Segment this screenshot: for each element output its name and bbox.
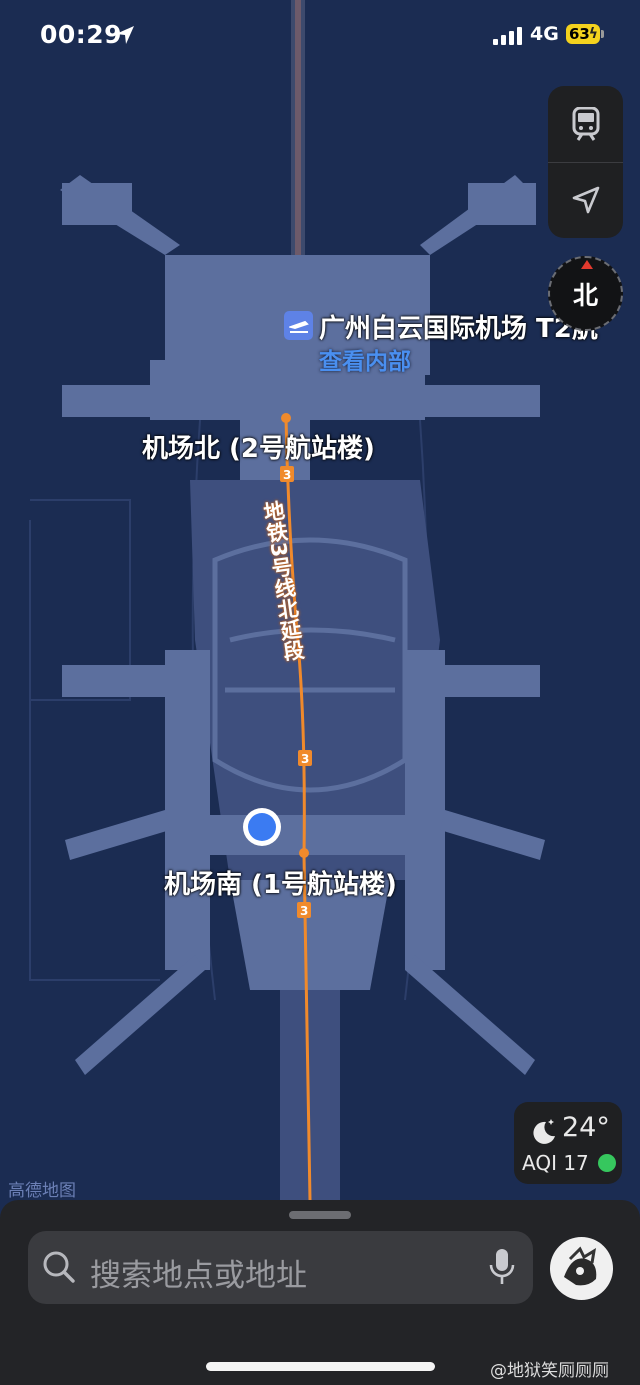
charging-bolt-icon: ϟ bbox=[588, 26, 598, 42]
sheet-grab-handle[interactable] bbox=[289, 1211, 351, 1219]
compass-button[interactable]: 北 bbox=[548, 256, 623, 331]
map-attribution: 高德地图 bbox=[8, 1181, 76, 1201]
station-label-north[interactable]: 机场北 (2号航站楼) bbox=[142, 428, 375, 465]
location-services-icon bbox=[116, 26, 134, 44]
home-indicator[interactable] bbox=[206, 1362, 435, 1371]
avatar-image bbox=[550, 1237, 613, 1300]
status-time: 00:29 bbox=[40, 20, 123, 49]
view-inside-link[interactable]: 查看内部 bbox=[319, 342, 411, 376]
station-dot-south[interactable] bbox=[299, 848, 309, 858]
compass-label: 北 bbox=[572, 280, 598, 310]
transit-layer-button[interactable] bbox=[548, 86, 623, 162]
line-badge-text: 3 bbox=[300, 904, 308, 918]
battery-icon: 63 ϟ bbox=[566, 24, 600, 44]
navigation-arrow-icon bbox=[572, 186, 599, 214]
user-avatar[interactable] bbox=[550, 1237, 613, 1300]
locate-me-button[interactable] bbox=[548, 162, 623, 238]
battery-level: 63 bbox=[569, 25, 590, 43]
train-icon bbox=[572, 107, 599, 141]
cellular-signal-icon bbox=[493, 27, 522, 45]
search-input[interactable]: 搜索地点或地址 bbox=[28, 1231, 533, 1304]
airport-plane-icon[interactable] bbox=[284, 311, 313, 340]
moon-stars-icon bbox=[533, 1119, 555, 1144]
station-dot-north[interactable] bbox=[281, 413, 291, 423]
line-badge-text: 3 bbox=[283, 468, 291, 482]
temperature: 24° bbox=[562, 1112, 610, 1143]
station-label-south[interactable]: 机场南 (1号航站楼) bbox=[164, 864, 397, 901]
line-badge-text: 3 bbox=[301, 752, 309, 766]
aqi-label: AQI 17 bbox=[522, 1151, 589, 1175]
status-bar: 00:29 4G 63 ϟ bbox=[0, 0, 640, 70]
compass-north-pointer bbox=[581, 260, 593, 269]
aqi-status-dot bbox=[598, 1154, 616, 1172]
microphone-icon[interactable] bbox=[488, 1248, 516, 1286]
battery-tip bbox=[601, 30, 604, 38]
network-type: 4G bbox=[530, 23, 559, 45]
search-placeholder: 搜索地点或地址 bbox=[90, 1258, 307, 1294]
search-icon bbox=[43, 1251, 75, 1283]
weather-widget[interactable]: 24° AQI 17 bbox=[514, 1102, 622, 1184]
weibo-watermark: @地狱笑厕厕厕 bbox=[490, 1361, 609, 1381]
map-controls bbox=[548, 86, 623, 238]
